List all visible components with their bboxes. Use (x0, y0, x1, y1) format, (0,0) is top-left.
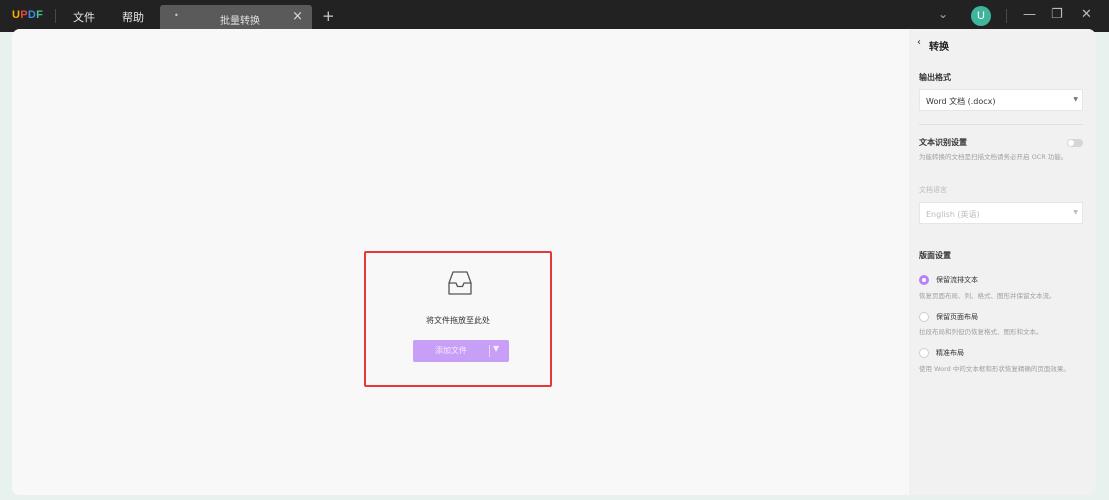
minimize-icon[interactable]: — (1023, 7, 1036, 22)
doc-language-label: 文档语言 (919, 186, 947, 194)
avatar[interactable]: U (971, 6, 991, 26)
inbox-icon (448, 271, 472, 295)
option-page-layout[interactable]: 保留页面布局 (936, 312, 978, 322)
drop-hint: 将文件拖放至此处 (426, 316, 490, 325)
doc-language-value: English (英语) (926, 210, 980, 219)
layout-settings-label: 版面设置 (919, 251, 951, 260)
add-file-button[interactable]: 添加文件 ▼ (413, 340, 509, 362)
close-icon[interactable]: × (292, 9, 303, 24)
output-format-select[interactable]: Word 文档 (.docx) ▼ (919, 89, 1083, 111)
output-format-label: 输出格式 (919, 73, 951, 82)
tab-dot-icon: • (174, 11, 179, 20)
chevron-down-icon: ▼ (1073, 96, 1078, 103)
drop-canvas[interactable]: 将文件拖放至此处 添加文件 ▼ (12, 29, 909, 495)
ocr-settings-label: 文本识别设置 (919, 138, 967, 147)
option-exact-layout[interactable]: 精准布局 (936, 348, 964, 358)
divider (1006, 9, 1007, 23)
radio-flowing-text[interactable] (919, 275, 929, 285)
add-file-label: 添加文件 (435, 346, 467, 355)
chevron-down-icon: ▼ (1073, 209, 1078, 216)
radio-exact-layout[interactable] (919, 348, 929, 358)
divider (55, 9, 56, 23)
ocr-toggle[interactable] (1067, 139, 1083, 147)
tab-batch-convert[interactable]: • 批量转换 × (160, 5, 312, 32)
panel-title: 转换 (929, 42, 949, 53)
title-bar: UPDF 文件 帮助 • 批量转换 × + ⌄ U — ❐ ✕ (0, 0, 1109, 32)
tab-title: 批量转换 (220, 16, 260, 27)
back-icon[interactable]: ‹ (917, 37, 921, 48)
option-note: 拉段布局和列但仍恢复格式、图形和文本。 (919, 328, 1043, 336)
window-close-icon[interactable]: ✕ (1081, 7, 1092, 22)
option-note: 恢复页面布局、列、格式、图形并保留文本流。 (919, 292, 1056, 300)
menu-help[interactable]: 帮助 (122, 9, 144, 25)
option-flowing-text[interactable]: 保留流排文本 (936, 275, 978, 285)
ocr-note: 为能转换的文档是扫描文档请务必开启 OCR 功能。 (919, 153, 1068, 161)
chevron-down-icon[interactable]: ⌄ (938, 7, 948, 21)
button-divider (489, 345, 490, 357)
radio-page-layout[interactable] (919, 312, 929, 322)
app-logo: UPDF (12, 9, 44, 21)
doc-language-select[interactable]: English (英语) ▼ (919, 202, 1083, 224)
output-format-value: Word 文档 (.docx) (926, 97, 996, 106)
divider (919, 124, 1083, 125)
drop-zone[interactable]: 将文件拖放至此处 添加文件 ▼ (364, 251, 552, 387)
workspace: 将文件拖放至此处 添加文件 ▼ ‹ 转换 输出格式 Word 文档 (.docx… (12, 29, 1096, 495)
option-note: 使用 Word 中的文本框和形状恢复精确的页面效果。 (919, 365, 1070, 373)
settings-panel: ‹ 转换 输出格式 Word 文档 (.docx) ▼ 文本识别设置 为能转换的… (909, 29, 1096, 495)
restore-icon[interactable]: ❐ (1051, 7, 1063, 22)
menu-file[interactable]: 文件 (73, 9, 95, 25)
caret-down-icon[interactable]: ▼ (493, 344, 499, 353)
bottom-strip (0, 495, 1109, 500)
add-tab-icon[interactable]: + (322, 7, 335, 25)
